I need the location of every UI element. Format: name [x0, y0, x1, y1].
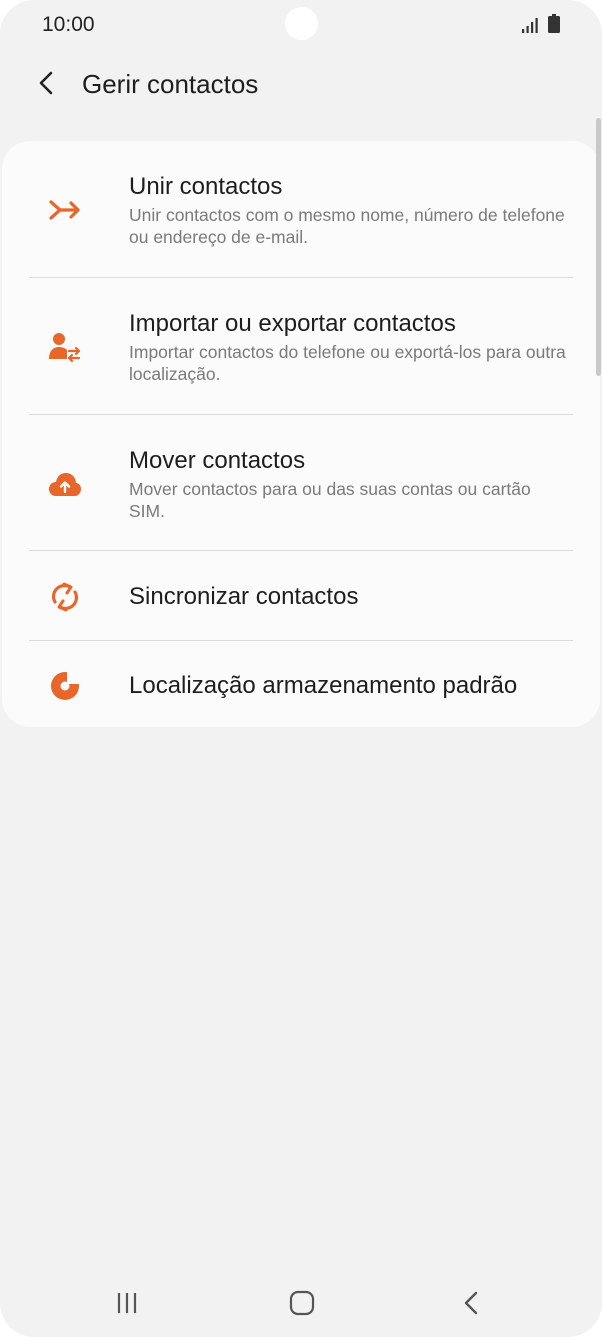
signal-icon	[522, 18, 538, 33]
menu-item-mover-contactos[interactable]: Mover contactos Mover contactos para ou …	[2, 415, 600, 551]
cloud-upload-icon	[49, 473, 81, 496]
sync-icon	[51, 582, 79, 612]
menu-item-title: Importar ou exportar contactos	[129, 310, 456, 337]
menu-item-importar-exportar[interactable]: Importar ou exportar contactos Importar …	[2, 278, 600, 414]
menu-item-subtitle: Importar contactos do telefone ou export…	[129, 342, 566, 384]
battery-icon	[548, 14, 560, 33]
menu-item-unir-contactos[interactable]: Unir contactos Unir contactos com o mesm…	[2, 141, 600, 277]
menu-item-title: Mover contactos	[129, 447, 306, 474]
camera-cutout	[285, 7, 318, 40]
pie-chart-icon	[51, 670, 81, 700]
status-time: 10:00	[42, 13, 95, 36]
recent-apps-icon[interactable]	[110, 1288, 146, 1318]
menu-item-title: Localização armazenamento padrão	[129, 672, 518, 699]
back-icon[interactable]	[454, 1288, 490, 1318]
page-title: Gerir contactos	[82, 69, 259, 99]
menu-item-subtitle: Unir contactos com o mesmo nome, número …	[129, 205, 565, 247]
status-bar: 10:00	[0, 0, 602, 52]
menu-item-sincronizar[interactable]: Sincronizar contactos	[2, 551, 600, 640]
screen: 10:00 Gerir contactos Unir contactos Uni…	[0, 0, 602, 1337]
home-icon[interactable]	[284, 1288, 320, 1318]
person-transfer-icon	[49, 333, 81, 363]
navigation-bar	[0, 1270, 602, 1337]
menu-item-title: Unir contactos	[129, 173, 283, 200]
chevron-left-icon[interactable]	[32, 68, 62, 98]
merge-arrow-icon	[49, 200, 80, 220]
scrollbar[interactable]	[596, 118, 601, 376]
menu-item-localizacao-armazenamento[interactable]: Localização armazenamento padrão	[2, 641, 600, 727]
app-header: Gerir contactos	[0, 52, 602, 116]
menu-item-subtitle: Mover contactos para ou das suas contas …	[129, 479, 531, 521]
menu-item-title: Sincronizar contactos	[129, 583, 359, 610]
menu-card: Unir contactos Unir contactos com o mesm…	[2, 141, 600, 727]
